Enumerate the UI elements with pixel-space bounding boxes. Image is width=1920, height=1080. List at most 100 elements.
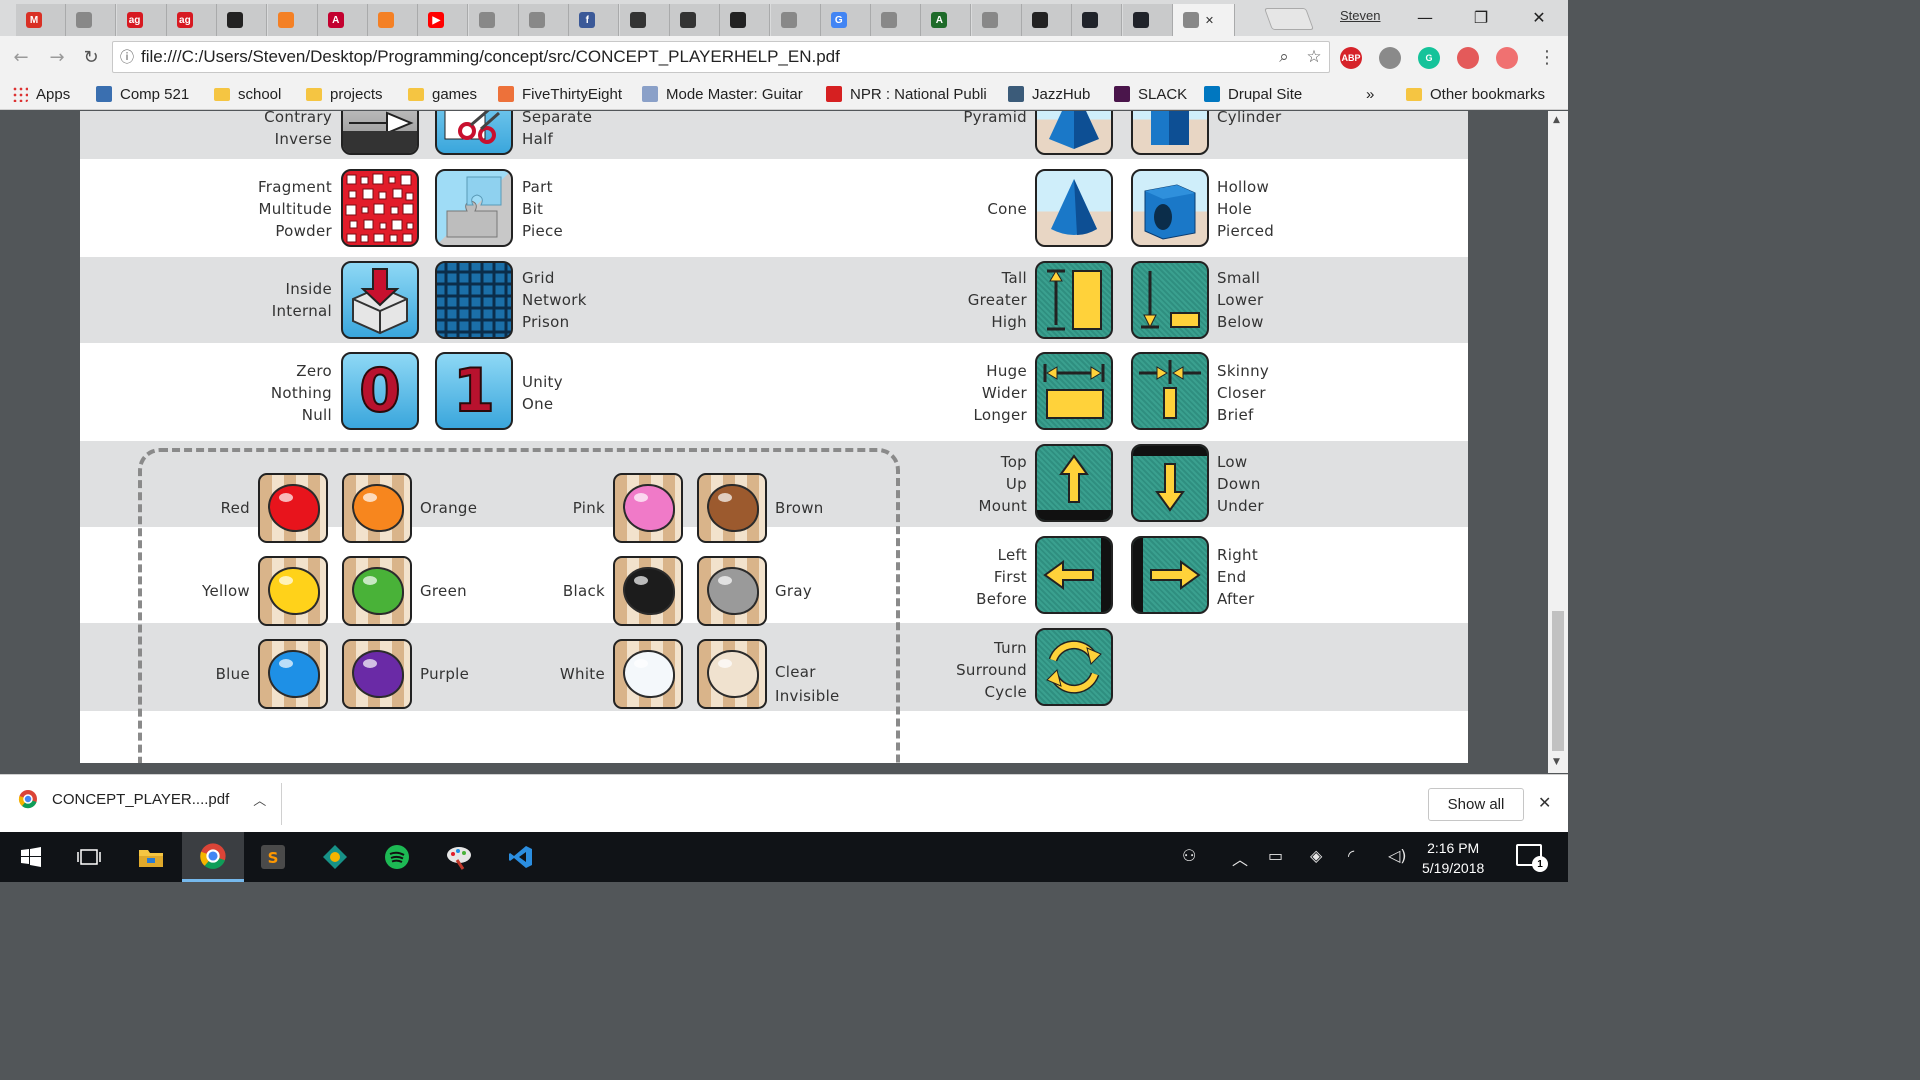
browser-tab[interactable]: f	[569, 4, 620, 36]
color-swatch-pink	[613, 473, 683, 543]
browser-tab[interactable]	[1122, 4, 1173, 36]
browser-tab[interactable]	[368, 4, 419, 36]
bookmark-games[interactable]: games	[408, 83, 477, 105]
word: Small	[1217, 269, 1261, 287]
browser-tab[interactable]: A	[921, 4, 972, 36]
scrollbar-thumb[interactable]	[1552, 611, 1564, 751]
other-bookmarks[interactable]: Other bookmarks	[1406, 83, 1545, 105]
bookmark-drupal[interactable]: Drupal Site	[1204, 83, 1302, 105]
file-explorer-icon[interactable]	[120, 832, 182, 882]
scroll-up-icon[interactable]: ▲	[1553, 115, 1560, 125]
apps-grid-icon	[12, 86, 28, 102]
forward-icon[interactable]: →	[44, 44, 70, 70]
adblock-icon[interactable]: ABP	[1340, 47, 1362, 69]
bookmark-school[interactable]: school	[214, 83, 281, 105]
browser-tab[interactable]	[267, 4, 318, 36]
task-view-icon[interactable]	[58, 832, 120, 882]
browser-tab[interactable]: ▶	[418, 4, 469, 36]
extension-icon[interactable]	[1379, 47, 1401, 69]
browser-tab[interactable]: ag	[166, 4, 217, 36]
download-file-name[interactable]: CONCEPT_PLAYER....pdf	[52, 791, 229, 808]
bookmark-jazzhub[interactable]: JazzHub	[1008, 83, 1090, 105]
close-download-bar-icon[interactable]: ✕	[1538, 793, 1551, 812]
zero-digit: 0	[358, 355, 402, 427]
chevron-up-icon[interactable]: ︿	[253, 790, 266, 809]
volume-icon[interactable]: ◁)	[1388, 846, 1407, 865]
download-item[interactable]: CONCEPT_PLAYER....pdf ︿	[18, 789, 266, 809]
browser-tab[interactable]: G	[820, 4, 871, 36]
bookmark-slack[interactable]: SLACK	[1114, 83, 1187, 105]
action-center-icon[interactable]: 1	[1516, 844, 1548, 872]
bookmark-npr[interactable]: NPR : National Publi	[826, 83, 987, 105]
restore-icon[interactable]: ❐	[1452, 0, 1510, 34]
show-all-button[interactable]: Show all	[1428, 788, 1524, 821]
browser-tab[interactable]: ag	[116, 4, 167, 36]
browser-tab[interactable]	[871, 4, 922, 36]
browser-tab[interactable]	[669, 4, 720, 36]
browser-tab[interactable]	[1022, 4, 1072, 36]
reload-icon[interactable]: ↻	[78, 44, 104, 70]
word: Inside	[285, 280, 332, 298]
save-icon[interactable]	[1457, 47, 1479, 69]
word: Closer	[1217, 384, 1266, 402]
grammarly-icon[interactable]: G	[1418, 47, 1440, 69]
new-tab-button[interactable]	[1263, 8, 1315, 30]
chrome-taskbar-icon[interactable]	[182, 832, 244, 882]
word: Right	[1217, 546, 1258, 564]
people-icon[interactable]: ⚇	[1182, 846, 1196, 865]
minimize-icon[interactable]: —	[1396, 0, 1454, 34]
address-bar[interactable]: ⓘ file:///C:/Users/Steven/Desktop/Progra…	[112, 41, 1330, 73]
browser-tab[interactable]	[720, 4, 771, 36]
concept-label-fragment: Fragment Multitude Powder	[230, 176, 332, 242]
browser-tab[interactable]: M	[16, 4, 66, 36]
spotify-icon[interactable]	[366, 832, 428, 882]
back-icon[interactable]: ←	[8, 44, 34, 70]
info-icon[interactable]: ⓘ	[113, 47, 141, 67]
bookmark-mode-master[interactable]: Mode Master: Guitar	[642, 83, 803, 105]
word: Cylinder	[1217, 111, 1282, 126]
word: High	[991, 313, 1027, 331]
pdf-viewport[interactable]: Contrary Inverse Separate Half Fragment …	[0, 111, 1568, 773]
bookmark-projects[interactable]: projects	[306, 83, 383, 105]
battery-icon[interactable]: ▭	[1268, 846, 1283, 865]
menu-icon[interactable]: ⋮	[1534, 44, 1560, 70]
system-clock[interactable]: 2:16 PM 5/19/2018	[1422, 838, 1484, 878]
scroll-down-icon[interactable]: ▼	[1553, 757, 1560, 767]
vscode-icon[interactable]	[490, 832, 552, 882]
vertical-scrollbar[interactable]: ▲ ▼	[1548, 111, 1568, 773]
browser-tab[interactable]	[971, 4, 1022, 36]
bookmark-fivethirtyeight[interactable]: FiveThirtyEight	[498, 83, 622, 105]
close-window-icon[interactable]: ✕	[1510, 0, 1568, 34]
url-text[interactable]: file:///C:/Users/Steven/Desktop/Programm…	[141, 47, 1269, 67]
sublime-text-icon[interactable]: S	[242, 832, 304, 882]
browser-tab[interactable]	[770, 4, 821, 36]
bookmark-comp-521[interactable]: Comp 521	[96, 83, 189, 105]
close-tab-icon[interactable]: ✕	[1205, 14, 1214, 27]
browser-tab[interactable]	[217, 4, 268, 36]
zero-icon: 0	[341, 352, 419, 430]
cast-icon[interactable]	[1496, 47, 1518, 69]
wifi-icon[interactable]: ◜	[1348, 846, 1354, 865]
windows-start-icon[interactable]	[0, 832, 62, 882]
word: End	[1217, 568, 1247, 586]
bookmark-star-icon[interactable]: ☆	[1299, 47, 1329, 67]
browser-tab[interactable]	[66, 4, 117, 36]
gitkraken-icon[interactable]	[304, 832, 366, 882]
dropbox-icon[interactable]: ◈	[1310, 846, 1322, 865]
bookmark-apps[interactable]: Apps	[12, 83, 70, 105]
browser-tab[interactable]: A	[317, 4, 368, 36]
browser-tab[interactable]: ✕	[1172, 4, 1235, 36]
word: Left	[997, 546, 1027, 564]
bookmark-label: Apps	[36, 85, 71, 103]
show-hidden-icons-icon[interactable]: ︿	[1232, 846, 1248, 870]
concept-label-part: Part Bit Piece	[522, 176, 563, 242]
word: Below	[1217, 313, 1264, 331]
browser-tab[interactable]	[519, 4, 569, 36]
bookmarks-overflow-button[interactable]: »	[1366, 83, 1374, 105]
browser-tab[interactable]	[1072, 4, 1123, 36]
profile-name[interactable]: Steven	[1340, 8, 1380, 23]
browser-tab[interactable]	[468, 4, 519, 36]
paint-icon[interactable]	[428, 832, 490, 882]
zoom-icon[interactable]: ⌕	[1269, 47, 1299, 67]
browser-tab[interactable]	[619, 4, 670, 36]
